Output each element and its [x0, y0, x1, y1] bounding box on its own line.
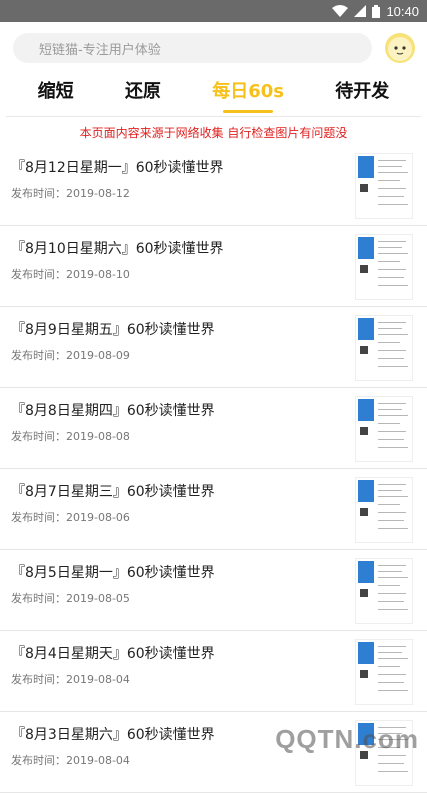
- item-title: 『8月9日星期五』60秒读懂世界: [11, 322, 215, 338]
- item-date: 发布时间：2019-08-05: [11, 592, 130, 605]
- item-title: 『8月8日星期四』60秒读懂世界: [11, 403, 215, 419]
- item-date: 发布时间：2019-08-08: [11, 430, 130, 443]
- battery-icon: [372, 4, 381, 18]
- item-title: 『8月4日星期天』60秒读懂世界: [11, 646, 215, 662]
- item-date: 发布时间：2019-08-10: [11, 268, 130, 281]
- item-title: 『8月5日星期一』60秒读懂世界: [11, 565, 215, 581]
- item-date: 发布时间：2019-08-09: [11, 349, 130, 362]
- list-item[interactable]: 『8月7日星期三』60秒读懂世界 发布时间：2019-08-06: [0, 469, 427, 550]
- list-item[interactable]: 『8月5日星期一』60秒读懂世界 发布时间：2019-08-05: [0, 550, 427, 631]
- search-input[interactable]: 短链猫-专注用户体验: [13, 33, 372, 63]
- tab-restore[interactable]: 还原: [125, 77, 161, 107]
- item-date: 发布时间：2019-08-04: [11, 673, 130, 686]
- list-item[interactable]: 『8月8日星期四』60秒读懂世界 发布时间：2019-08-08: [0, 388, 427, 469]
- top-bar: 短链猫-专注用户体验: [0, 22, 427, 74]
- item-thumbnail: [355, 153, 413, 219]
- item-thumbnail: [355, 315, 413, 381]
- status-time: 10:40: [386, 3, 419, 19]
- item-title: 『8月7日星期三』60秒读懂世界: [11, 484, 215, 500]
- item-thumbnail: [355, 558, 413, 624]
- status-bar: 10:40: [0, 0, 427, 22]
- news-list: 『8月12日星期一』60秒读懂世界 发布时间：2019-08-12 『8月10日…: [0, 145, 427, 793]
- item-title: 『8月3日星期六』60秒读懂世界: [11, 727, 215, 743]
- item-thumbnail: [355, 396, 413, 462]
- item-date: 发布时间：2019-08-12: [11, 187, 130, 200]
- tab-divider: [6, 116, 421, 117]
- item-thumbnail: [355, 477, 413, 543]
- wifi-icon: [332, 5, 349, 17]
- tab-todo[interactable]: 待开发: [335, 77, 389, 107]
- list-item[interactable]: 『8月12日星期一』60秒读懂世界 发布时间：2019-08-12: [0, 145, 427, 226]
- item-thumbnail: [355, 639, 413, 705]
- tab-shorten[interactable]: 缩短: [38, 77, 74, 107]
- notice-text: 本页面内容来源于网络收集 自行检查图片有问题没: [79, 126, 348, 140]
- search-placeholder: 短链猫-专注用户体验: [39, 42, 161, 58]
- list-item[interactable]: 『8月4日星期天』60秒读懂世界 发布时间：2019-08-04: [0, 631, 427, 712]
- list-item[interactable]: 『8月10日星期六』60秒读懂世界 发布时间：2019-08-10: [0, 226, 427, 307]
- signal-icon: [354, 5, 367, 17]
- item-title: 『8月12日星期一』60秒读懂世界: [11, 160, 224, 176]
- tab-daily-60s[interactable]: 每日60s: [212, 77, 284, 107]
- cat-face-icon: [388, 37, 412, 61]
- item-title: 『8月10日星期六』60秒读懂世界: [11, 241, 224, 257]
- tab-bar: 缩短 还原 每日60s 待开发: [0, 74, 427, 110]
- item-date: 发布时间：2019-08-06: [11, 511, 130, 524]
- site-watermark: QQTN.com: [275, 724, 419, 754]
- item-date: 发布时间：2019-08-04: [11, 754, 130, 767]
- item-thumbnail: [355, 234, 413, 300]
- avatar[interactable]: [385, 33, 415, 63]
- list-item[interactable]: 『8月9日星期五』60秒读懂世界 发布时间：2019-08-09: [0, 307, 427, 388]
